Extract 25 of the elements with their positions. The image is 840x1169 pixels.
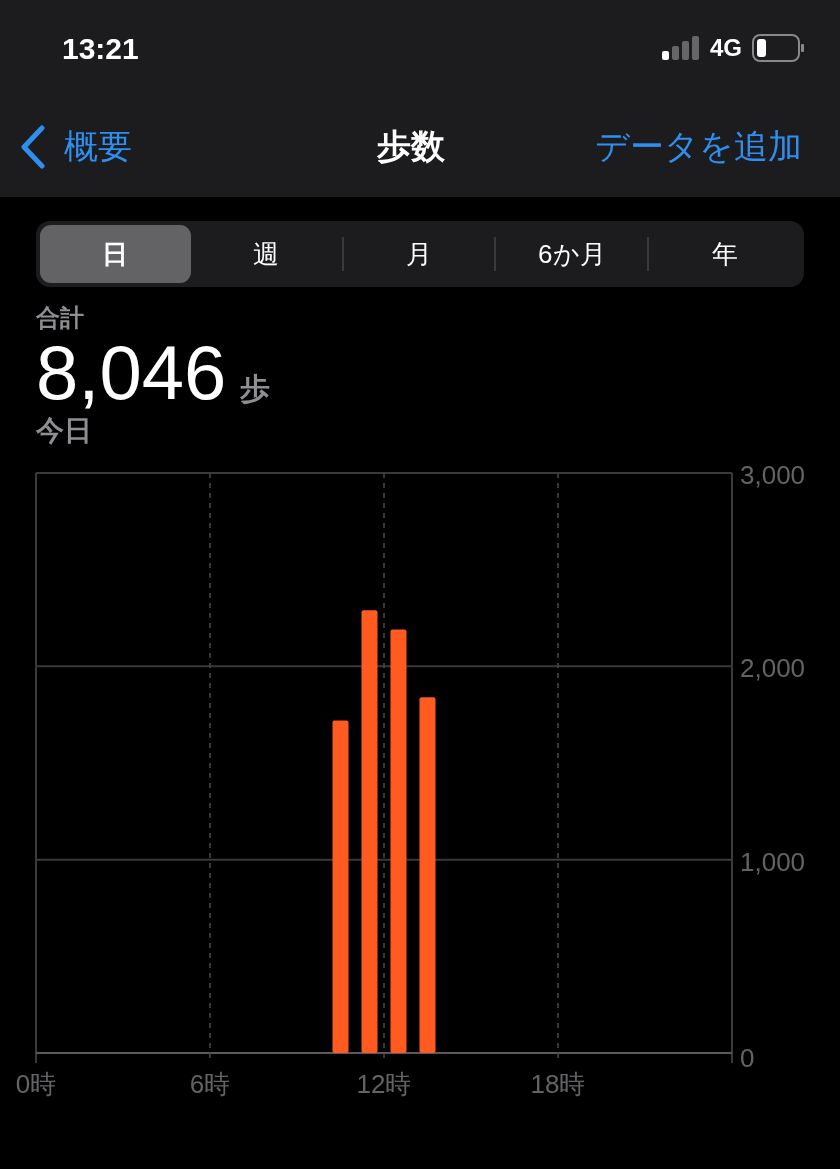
range-tab[interactable]: 年 [649,225,800,283]
total-value: 8,046 [36,333,227,413]
page-title: 歩数 [376,126,446,167]
total-label: 合計 [36,303,85,333]
range-tab[interactable]: 日 [40,225,191,283]
x-axis-label: 18時 [530,1069,586,1099]
x-axis-label: 12時 [356,1069,412,1099]
network-label: 4G [710,33,742,63]
range-tab[interactable]: 6か月 [496,225,648,283]
y-axis-label: 2,000 [740,653,806,684]
add-data-button[interactable]: データを追加 [541,121,802,172]
y-axis-label: 0 [740,1043,755,1073]
back-chevron-icon [20,124,46,169]
x-axis-label: 0時 [15,1069,57,1099]
range-tab[interactable]: 月 [343,225,495,283]
y-axis-label: 1,000 [740,846,806,877]
battery-icon [752,34,804,62]
period-label: 今日 [36,414,93,448]
range-tab[interactable]: 週 [190,225,342,283]
y-axis-label: 3,000 [740,460,806,490]
status-time: 13:21 [62,30,139,67]
unit-label: 歩 [240,371,271,407]
back-button[interactable]: 概要 [20,121,281,172]
signal-icon [662,36,700,60]
x-axis-label: 6時 [189,1069,231,1099]
